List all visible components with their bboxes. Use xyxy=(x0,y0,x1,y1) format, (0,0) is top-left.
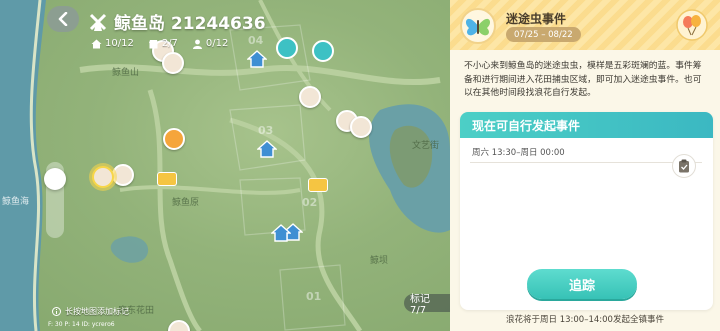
info-icon xyxy=(52,307,61,316)
house-marker[interactable] xyxy=(270,222,292,244)
zone-number: 02 xyxy=(302,196,318,209)
zone-number: 04 xyxy=(248,34,264,47)
map-label-whale-plains: 鲸鱼原 xyxy=(172,198,200,208)
zoom-slider-thumb[interactable] xyxy=(44,168,66,190)
map-label-culture-station: 文艺街 xyxy=(412,141,440,151)
island-stats: 10/12 2/7 0/12 xyxy=(91,38,228,49)
house-marker[interactable] xyxy=(256,138,278,160)
player-avatar-marker[interactable] xyxy=(162,52,184,74)
player-avatar-marker[interactable] xyxy=(112,164,134,186)
bus-stop-marker[interactable] xyxy=(308,178,328,192)
track-button[interactable]: 追踪 xyxy=(527,269,637,299)
self-start-card: 现在可自行发起事件 周六 13:30–周日 00:00 追踪 xyxy=(460,112,713,310)
stat-shops: 2/7 xyxy=(148,38,178,49)
event-panel: 迷途虫事件 07/25 – 08/22 不小心来到鲸鱼岛的迷途虫虫，模样是五彩斑… xyxy=(450,0,720,331)
clipboard-button[interactable] xyxy=(672,154,696,178)
balloon-icon[interactable] xyxy=(675,8,709,42)
event-header: 迷途虫事件 07/25 – 08/22 xyxy=(450,0,720,50)
map-label-whale-mountain: 鲸鱼山 xyxy=(112,68,140,78)
stat-houses: 10/12 xyxy=(91,38,134,49)
back-button[interactable] xyxy=(47,6,79,32)
clipboard-icon xyxy=(679,159,689,173)
event-dates-badge: 07/25 – 08/22 xyxy=(506,27,581,42)
player-avatar-marker[interactable] xyxy=(350,116,372,138)
coords-readout: F: 30 P: 14 ID: ycrero6 xyxy=(48,321,115,328)
windmill-icon xyxy=(89,13,107,31)
bus-stop-marker[interactable] xyxy=(157,172,177,186)
zone-number: 01 xyxy=(306,290,322,303)
island-map[interactable]: 鲸鱼山 鲸鱼海 鲸鱼原 文艺街 鲸坝 庭东花田 04 03 02 01 鲸鱼岛 … xyxy=(0,0,450,331)
player-avatar-marker[interactable] xyxy=(299,86,321,108)
my-player-marker[interactable] xyxy=(92,166,114,188)
npc-marker[interactable] xyxy=(312,40,334,62)
marker-count-button[interactable]: 标记7/7 xyxy=(404,294,450,316)
house-marker[interactable] xyxy=(246,48,268,70)
shop-marker[interactable] xyxy=(163,128,185,150)
chevron-left-icon xyxy=(58,12,68,26)
card-title: 现在可自行发起事件 xyxy=(460,112,713,138)
stat-residents-value: 0/12 xyxy=(205,38,229,49)
zone-number: 03 xyxy=(258,124,274,137)
time-slot: 周六 13:30–周日 00:00 xyxy=(472,148,565,158)
island-title: 鲸鱼岛 21244636 xyxy=(88,9,266,34)
people-icon xyxy=(192,39,202,49)
stat-shops-value: 2/7 xyxy=(161,38,178,49)
event-title: 迷途虫事件 xyxy=(506,12,567,26)
map-label-whale-sea: 鲸鱼海 xyxy=(2,197,30,207)
house-icon xyxy=(91,39,102,48)
butterfly-icon xyxy=(460,8,496,44)
map-hint-text: 长按地图添加标记 xyxy=(65,307,129,316)
footer-note: 浪花将于周日 13:00–14:00发起全镇事件 xyxy=(506,315,664,325)
island-title-text: 鲸鱼岛 21244636 xyxy=(114,14,266,34)
npc-marker[interactable] xyxy=(276,37,298,59)
map-label-whale-mound: 鲸坝 xyxy=(370,256,389,266)
map-terrain xyxy=(0,0,450,331)
event-description: 不小心来到鲸鱼岛的迷途虫虫，模样是五彩斑斓的蓝。事件筹备和进行期间进入花田捕虫区… xyxy=(464,61,702,98)
stat-residents: 0/12 xyxy=(192,38,228,49)
stat-houses-value: 10/12 xyxy=(105,38,134,49)
divider xyxy=(470,162,702,163)
shop-icon xyxy=(148,39,158,48)
map-hint: 长按地图添加标记 xyxy=(52,306,129,317)
